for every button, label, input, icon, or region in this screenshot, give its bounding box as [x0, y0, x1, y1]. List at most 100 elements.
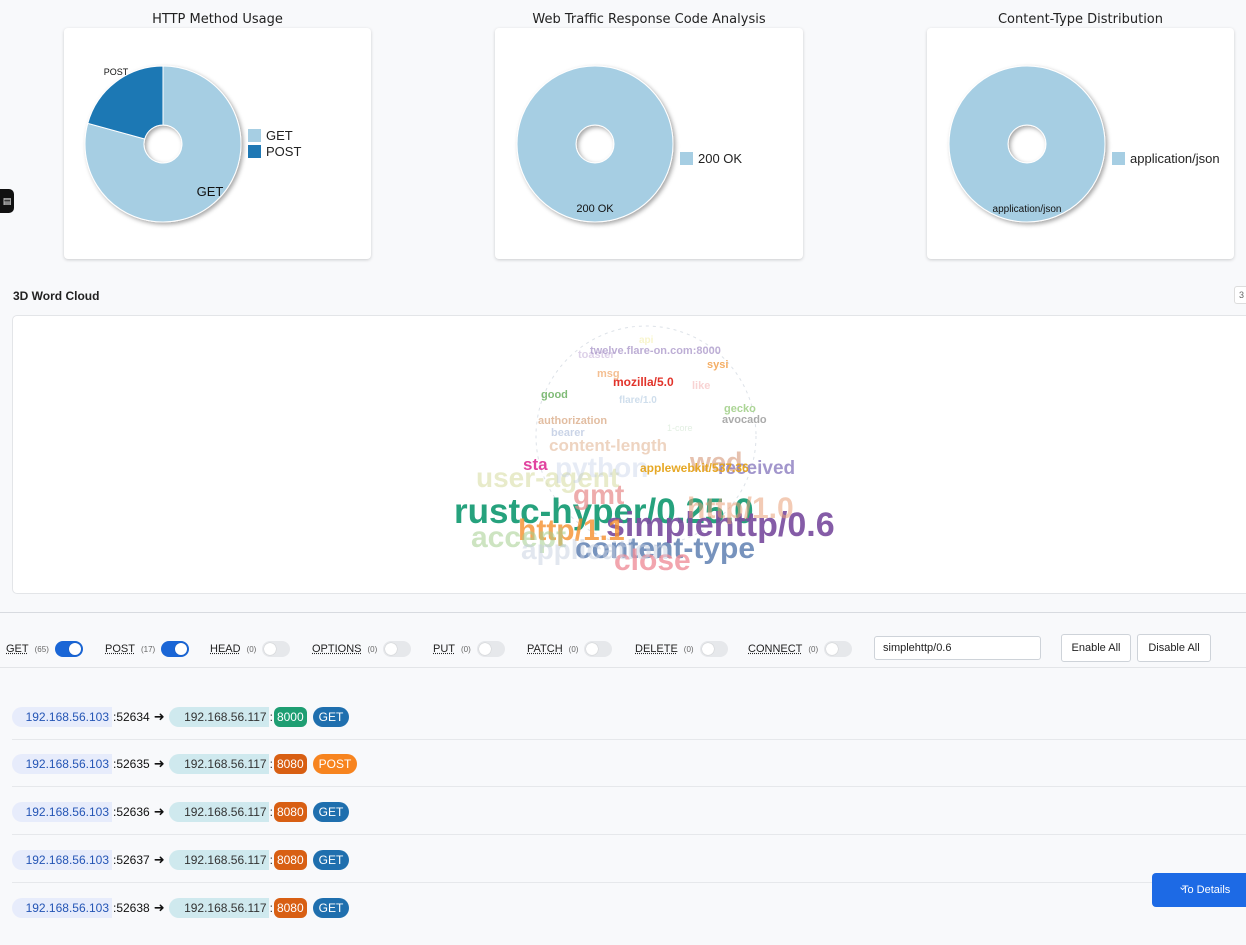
source-ip: 192.168.56.103 [12, 802, 112, 822]
legend-item-post[interactable]: POST [248, 143, 301, 159]
destination-port-badge: 8000 [273, 707, 307, 727]
method-filter-bar [0, 613, 1246, 667]
connection-summary: 192.168.56.103:52635 ➜ 192.168.56.117:8080… [12, 754, 358, 774]
destination-ip: 192.168.56.117 [168, 850, 269, 870]
connection-row[interactable]: 192.168.56.103:52638 ➜ 192.168.56.117:8080… [0, 898, 1246, 945]
cloud-word[interactable]: msg [597, 369, 620, 380]
filter-toggle-get[interactable] [54, 641, 83, 657]
toggle-knob [175, 643, 188, 655]
destination-port-badge: 8080 [273, 802, 307, 822]
filter-label[interactable]: PATCH [527, 643, 563, 655]
legend-item-application-json[interactable]: application/json [1112, 150, 1220, 166]
row-separator [12, 882, 1246, 883]
toggle-knob [586, 643, 599, 655]
row-separator [12, 786, 1246, 787]
grid-icon: ▤ [2, 196, 12, 206]
pie-slice-application-json[interactable] [948, 65, 1106, 223]
legend-item-200-ok[interactable]: 200 OK [680, 150, 742, 166]
arrow-right-icon: ➜ [153, 804, 165, 819]
filter-count: (65) [34, 644, 49, 654]
destination-port-badge: 8080 [273, 898, 307, 918]
arrow-right-icon: ➜ [153, 900, 165, 915]
destination-ip: 192.168.56.117 [168, 898, 269, 918]
filter-label[interactable]: POST [105, 643, 135, 655]
to-details-label: To Details [1182, 884, 1231, 896]
filter-toggle-connect[interactable] [824, 641, 853, 657]
cloud-word[interactable]: good [541, 390, 568, 401]
connection-summary: 192.168.56.103:52634 ➜ 192.168.56.117:8000… [12, 707, 350, 727]
source-port: :52634 [113, 710, 150, 724]
cloud-word[interactable]: flare/1.0 [619, 396, 657, 406]
connection-row[interactable]: 192.168.56.103:52634 ➜ 192.168.56.117:8000… [0, 707, 1246, 754]
filter-delete: DELETE (0) [635, 641, 728, 657]
cloud-word[interactable]: http/1.0 [687, 494, 794, 524]
arrow-right-icon: ➜ [153, 756, 165, 771]
filter-count: (17) [140, 644, 156, 654]
content-type-legend: application/json [1112, 150, 1220, 166]
source-port: :52635 [113, 757, 150, 771]
content-type-title: Content-Type Distribution [997, 12, 1164, 27]
cloud-word[interactable]: avocado [722, 415, 767, 426]
filter-label[interactable]: HEAD [210, 643, 241, 655]
filter-count: (0) [246, 644, 257, 654]
toggle-knob [478, 643, 491, 655]
content-type-card: application/json application/json [927, 28, 1234, 259]
legend-item-get[interactable]: GET [248, 127, 301, 143]
filter-toggle-post[interactable] [161, 641, 190, 657]
connection-row[interactable]: 192.168.56.103:52635 ➜ 192.168.56.117:8080… [0, 754, 1246, 801]
cloud-word[interactable]: twelve.flare-on.com:8000 [590, 346, 721, 357]
filter-toggle-patch[interactable] [584, 641, 613, 657]
filter-label[interactable]: PUT [433, 643, 455, 655]
cloud-word[interactable]: application [521, 536, 669, 564]
response-code-legend: 200 OK [680, 150, 742, 166]
cloud-word[interactable]: like [692, 381, 710, 392]
pie-slice-label: POST [104, 67, 129, 77]
chevron-down-icon: ⌄ [1178, 881, 1188, 893]
connection-summary: 192.168.56.103:52636 ➜ 192.168.56.117:8080… [12, 802, 350, 822]
arrow-right-icon: ➜ [153, 852, 165, 867]
cloud-word[interactable]: sta [523, 456, 548, 473]
filter-label[interactable]: DELETE [635, 643, 678, 655]
filter-toggle-head[interactable] [262, 641, 291, 657]
connection-row[interactable]: 192.168.56.103:52637 ➜ 192.168.56.117:8080… [0, 850, 1246, 897]
toggle-knob [68, 643, 81, 655]
method-badge: GET [312, 802, 350, 822]
connection-row[interactable]: 192.168.56.103:52636 ➜ 192.168.56.117:8080… [0, 802, 1246, 849]
port-separator: : [269, 853, 273, 867]
cloud-word[interactable]: content-length [549, 437, 667, 454]
filter-label[interactable]: GET [6, 643, 29, 655]
disable-all-button[interactable]: Disable All [1137, 634, 1211, 662]
filter-put: PUT (0) [433, 641, 505, 657]
http-method-legend: GET POST [248, 127, 301, 159]
search-input[interactable] [874, 636, 1041, 660]
filter-toggle-put[interactable] [476, 641, 505, 657]
legend-swatch [248, 144, 261, 158]
to-details-button[interactable]: ⌄ To Details [1152, 873, 1246, 907]
cloud-word[interactable]: gecko [724, 404, 756, 415]
side-panel-tab[interactable]: ▤ [0, 189, 14, 213]
cloud-word[interactable]: mozilla/5.0 [613, 376, 674, 388]
destination-ip: 192.168.56.117 [168, 802, 269, 822]
filter-label[interactable]: CONNECT [748, 643, 802, 655]
cloud-word[interactable]: api [639, 336, 653, 346]
destination-ip: 192.168.56.117 [168, 707, 269, 727]
cloud-word[interactable]: sysi [707, 360, 728, 371]
filter-toggle-delete[interactable] [699, 641, 728, 657]
word-cloud-corner-chip[interactable]: 3 [1234, 286, 1246, 304]
source-ip: 192.168.56.103 [12, 707, 112, 727]
pie-slice-label: 200 OK [576, 203, 614, 215]
filter-label[interactable]: OPTIONS [312, 643, 362, 655]
cloud-word[interactable]: 1-core [667, 424, 693, 433]
pie-slice-200-ok[interactable] [516, 65, 674, 223]
cloud-word[interactable]: applewebkit/537.36 [640, 462, 749, 474]
source-port: :52637 [113, 853, 150, 867]
filter-toggle-options[interactable] [383, 641, 412, 657]
cloud-word[interactable]: python [555, 454, 648, 482]
filter-count: (0) [808, 644, 819, 654]
legend-swatch [248, 128, 261, 142]
source-ip: 192.168.56.103 [12, 850, 112, 870]
method-badge: POST [312, 754, 358, 774]
cloud-word[interactable]: authorization [538, 416, 607, 427]
cloud-word[interactable]: bearer [551, 428, 585, 439]
enable-all-button[interactable]: Enable All [1061, 634, 1131, 662]
